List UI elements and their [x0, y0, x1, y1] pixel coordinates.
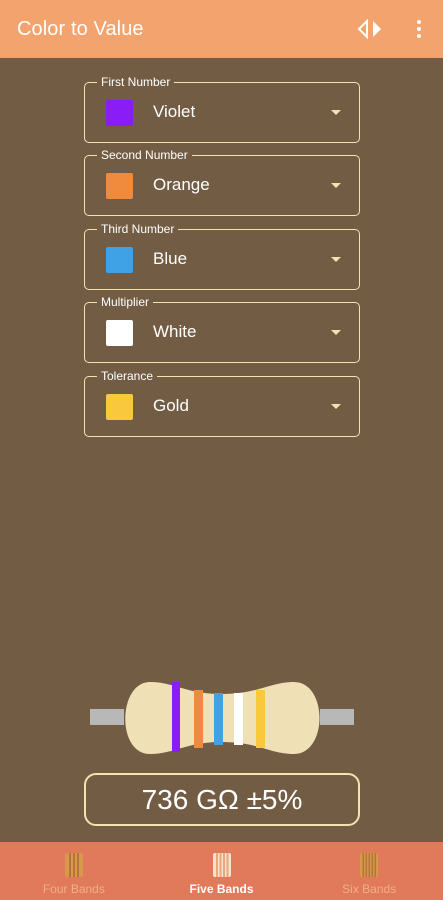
resistor-band	[172, 682, 180, 752]
app-bar: Color to Value	[0, 0, 443, 58]
result-display: 736 GΩ ±5%	[84, 773, 360, 826]
resistor-lead-right	[320, 709, 354, 725]
four-bands-icon	[64, 853, 83, 877]
field-label: Third Number	[97, 221, 179, 237]
third-number-dropdown[interactable]: Third Number Blue	[84, 221, 360, 290]
second-number-dropdown[interactable]: Second Number Orange	[84, 147, 360, 216]
field-label: Tolerance	[97, 368, 158, 384]
field-value: Blue	[153, 249, 188, 268]
nav-six-bands[interactable]: Six Bands	[295, 842, 443, 900]
six-bands-icon	[360, 853, 379, 877]
dropdown-arrow-icon	[331, 110, 341, 115]
first-number-dropdown[interactable]: First Number Violet	[84, 74, 360, 143]
dropdown-arrow-icon	[331, 404, 341, 409]
result-value: 736 GΩ ±5%	[141, 783, 303, 815]
nav-label: Five Bands	[189, 882, 254, 896]
dropdown-arrow-icon	[331, 257, 341, 262]
color-swatch	[106, 394, 133, 420]
five-bands-icon	[212, 853, 231, 877]
dropdown-arrow-icon	[331, 183, 341, 188]
color-swatch	[106, 173, 133, 199]
nav-five-bands[interactable]: Five Bands	[148, 842, 296, 900]
resistor-band	[234, 693, 243, 745]
nav-label: Six Bands	[342, 882, 397, 896]
field-value: Orange	[153, 175, 210, 194]
field-label: Second Number	[97, 147, 192, 163]
nav-label: Four Bands	[42, 882, 105, 896]
resistor-lead-left	[90, 709, 124, 725]
resistor-band	[194, 690, 203, 748]
color-swatch	[106, 100, 133, 126]
color-swatch	[106, 320, 133, 346]
field-label: First Number	[97, 74, 175, 90]
dropdown-arrow-icon	[331, 330, 341, 335]
more-vertical-icon[interactable]	[412, 18, 426, 40]
field-label: Multiplier	[97, 294, 154, 310]
resistor-band	[256, 690, 265, 748]
app-title: Color to Value	[17, 17, 144, 40]
color-swatch	[106, 247, 133, 273]
field-value: Gold	[153, 396, 189, 415]
swap-horizontal-icon[interactable]	[356, 18, 384, 40]
bottom-navigation: Four Bands Five Bands Six Bands	[0, 842, 443, 900]
resistor-band	[214, 693, 223, 745]
resistor-illustration	[90, 682, 354, 754]
nav-four-bands[interactable]: Four Bands	[0, 842, 148, 900]
multiplier-dropdown[interactable]: Multiplier White	[84, 294, 360, 363]
field-value: White	[153, 322, 197, 341]
tolerance-dropdown[interactable]: Tolerance Gold	[84, 368, 360, 437]
field-value: Violet	[153, 102, 196, 121]
